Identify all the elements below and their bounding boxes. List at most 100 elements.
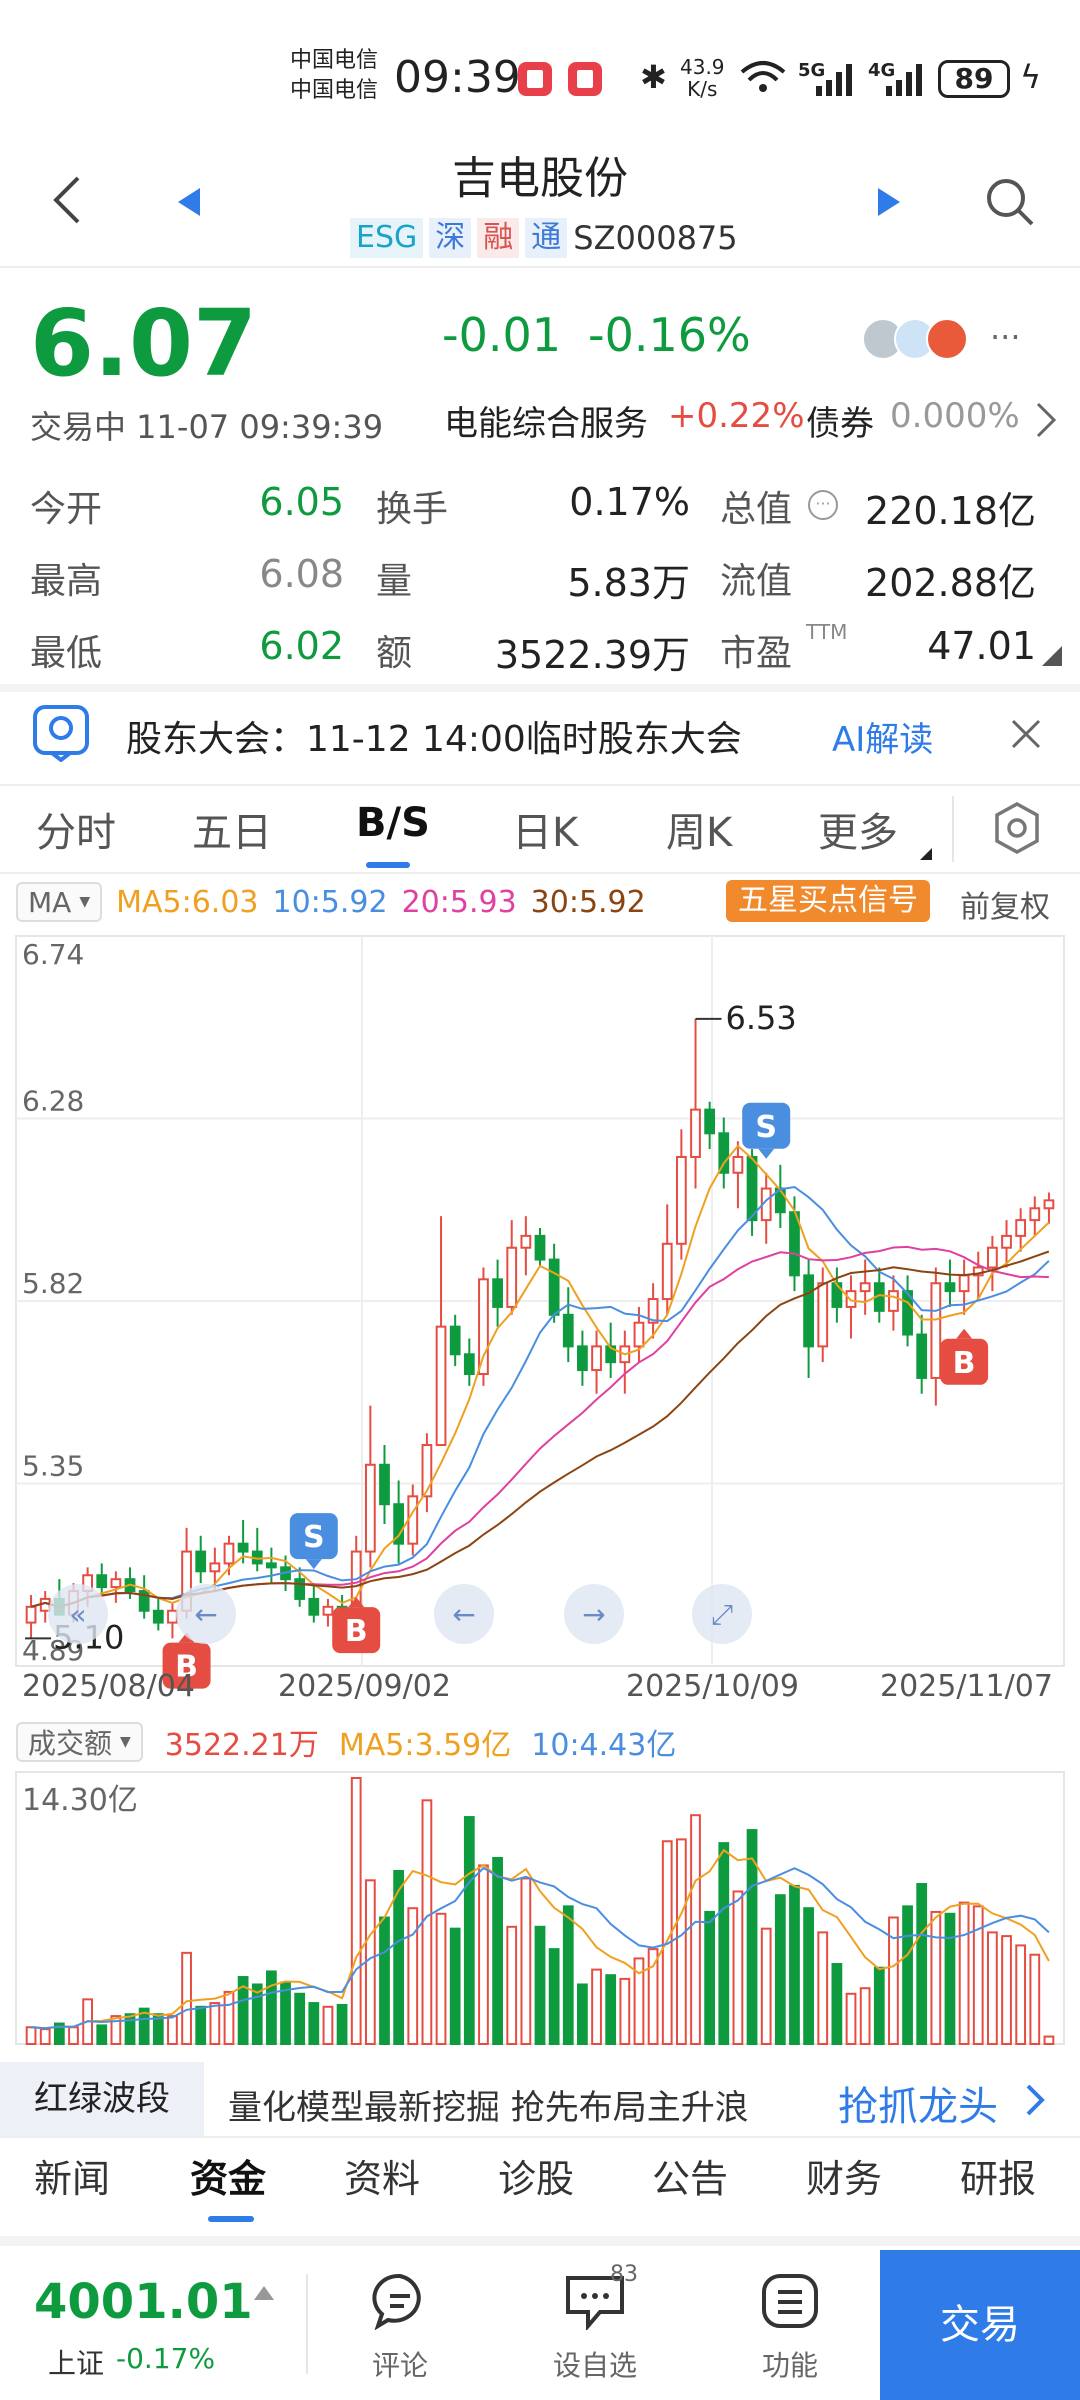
comment-icon [372, 2273, 421, 2330]
stat-float-label: 流值 [720, 561, 793, 602]
promo-cta[interactable]: 抢抓龙头 [838, 2074, 998, 2132]
header-divider [0, 266, 1080, 268]
tab-diagnosis[interactable]: 诊股 [498, 2148, 574, 2203]
volume-bar [520, 1877, 532, 2045]
kline-chart[interactable]: 6.746.285.825.354.896.535.10BSBSB«←←→⤢20… [0, 930, 1080, 1700]
volume-bar [732, 1890, 744, 2045]
volume-bar [803, 1907, 814, 2045]
stat-volume-label: 量 [376, 561, 413, 602]
stat-low-label: 最低 [30, 633, 103, 674]
status-time: 09:39 [394, 52, 521, 103]
volume-bar [916, 1883, 928, 2045]
tab-announcements[interactable]: 公告 [652, 2148, 728, 2203]
function-button[interactable]: 功能 [740, 2266, 840, 2390]
volume-bar [577, 1983, 588, 2045]
candle-body [859, 1282, 871, 1293]
candle-body [803, 1274, 814, 1348]
chevron-down-icon: ▼ [120, 1734, 131, 1750]
promo-bar[interactable]: 红绿波段 量化模型最新挖掘 抢先布局主升浪 抢抓龙头 [0, 2062, 1080, 2136]
volume-bar [39, 2028, 51, 2045]
volume-selector[interactable]: 成交额 ▼ [16, 1722, 143, 1762]
tab-funds[interactable]: 资金 [190, 2148, 266, 2203]
sector-name[interactable]: 电能综合服务 [444, 396, 648, 445]
promo-tag: 红绿波段 [0, 2062, 204, 2136]
tab-daily-k[interactable]: 日K [512, 800, 578, 858]
volume-bar [1015, 1944, 1027, 2045]
dropdown-triangle-icon [920, 848, 932, 860]
signal-pointer [758, 1148, 775, 1159]
tab-five-day[interactable]: 五日 [192, 800, 272, 858]
candle-body [195, 1550, 207, 1573]
candle-body [308, 1597, 320, 1616]
ma5-line [30, 1144, 1050, 1608]
trade-button[interactable]: 交易 [880, 2250, 1080, 2400]
tag-shen[interactable]: 深 [429, 218, 472, 258]
avatars-group[interactable] [862, 316, 980, 362]
watchlist-label: 设自选 [552, 2349, 637, 2382]
notice-text: 股东大会：11-12 14:00临时股东大会 [126, 719, 742, 760]
candle-body [704, 1108, 716, 1135]
y-tick-label: 5.82 [22, 1267, 84, 1300]
tab-research[interactable]: 研报 [960, 2148, 1036, 2203]
next-stock-icon[interactable] [876, 186, 902, 218]
volume-bar [364, 1879, 376, 2045]
tab-weekly-k[interactable]: 周K [666, 800, 732, 858]
chart-nav-button[interactable]: ← [434, 1584, 494, 1644]
volume-bar [449, 1927, 461, 2045]
volume-chart[interactable]: 14.30亿 [0, 1770, 1080, 2050]
candle-body [789, 1211, 800, 1277]
tabs-bottom-divider [0, 2236, 1080, 2246]
tab-news[interactable]: 新闻 [34, 2148, 110, 2203]
index-value[interactable]: 4001.01 [34, 2274, 253, 2330]
volume-bar [817, 1931, 829, 2045]
tab-more[interactable]: 更多 [818, 800, 898, 858]
five-star-signal-button[interactable]: 五星买点信号 [726, 880, 930, 922]
trade-status-time: 交易中 11-07 09:39:39 [30, 408, 384, 446]
tab-profile[interactable]: 资料 [344, 2148, 420, 2203]
ma-selector[interactable]: MA ▼ [16, 882, 103, 922]
notice-bar[interactable]: 股东大会：11-12 14:00临时股东大会 AI解读 [0, 688, 1080, 784]
settings-icon[interactable] [992, 800, 1042, 856]
stat-mktcap-label: 总值 [720, 489, 793, 530]
tab-intraday[interactable]: 分时 [36, 800, 116, 858]
bluetooth-icon: ✱ [640, 58, 667, 96]
tabs-separator [952, 796, 954, 862]
volume-ma10: 10:4.43亿 [531, 1728, 677, 1763]
comment-button[interactable]: 评论 [350, 2266, 450, 2390]
sector-pct: +0.22% [668, 396, 805, 436]
fullscreen-icon: ⤢ [711, 1598, 733, 1631]
chart-nav-button[interactable]: ⤢ [692, 1584, 752, 1644]
chart-nav-button[interactable]: → [564, 1584, 624, 1644]
search-icon[interactable] [984, 176, 1036, 228]
bottom-separator [306, 2274, 308, 2374]
tabs-divider [0, 872, 1080, 874]
more-icon[interactable]: ··· [990, 318, 1021, 356]
candle-body [152, 1609, 164, 1624]
candle-body [591, 1345, 602, 1372]
tag-tong[interactable]: 通 [525, 218, 568, 258]
ai-explain-link[interactable]: AI解读 [832, 712, 933, 761]
volume-bar [1043, 2035, 1055, 2046]
tag-esg[interactable]: ESG [350, 218, 424, 258]
candle-body [237, 1542, 249, 1553]
chart-nav-button[interactable]: ← [176, 1584, 236, 1644]
chevron-right-icon[interactable] [1034, 400, 1058, 440]
close-icon[interactable] [1010, 718, 1042, 750]
bond-label[interactable]: 债券 [806, 396, 874, 445]
volume-bar [704, 1910, 716, 2045]
tab-bs[interactable]: B/S [356, 800, 430, 846]
battery-level: 89 [938, 60, 1010, 98]
volume-bar [294, 1992, 306, 2046]
price-change: -0.01 [442, 308, 562, 362]
expand-triangle-icon[interactable] [1040, 644, 1064, 668]
tab-financials[interactable]: 财务 [806, 2148, 882, 2203]
ma-legend: MA ▼ MA5:6.03 10:5.92 20:5.93 30:5.92 五星… [16, 880, 1076, 926]
volume-bar [944, 1912, 956, 2045]
watchlist-button[interactable]: 83 设自选 [540, 2262, 650, 2390]
adjust-mode[interactable]: 前复权 [960, 882, 1050, 926]
chart-nav-button[interactable]: « [48, 1584, 108, 1644]
volume-bar [902, 1905, 913, 2045]
chevron-down-icon: ▼ [79, 894, 91, 910]
volume-bar [181, 1951, 192, 2045]
tag-rong[interactable]: 融 [477, 218, 520, 258]
